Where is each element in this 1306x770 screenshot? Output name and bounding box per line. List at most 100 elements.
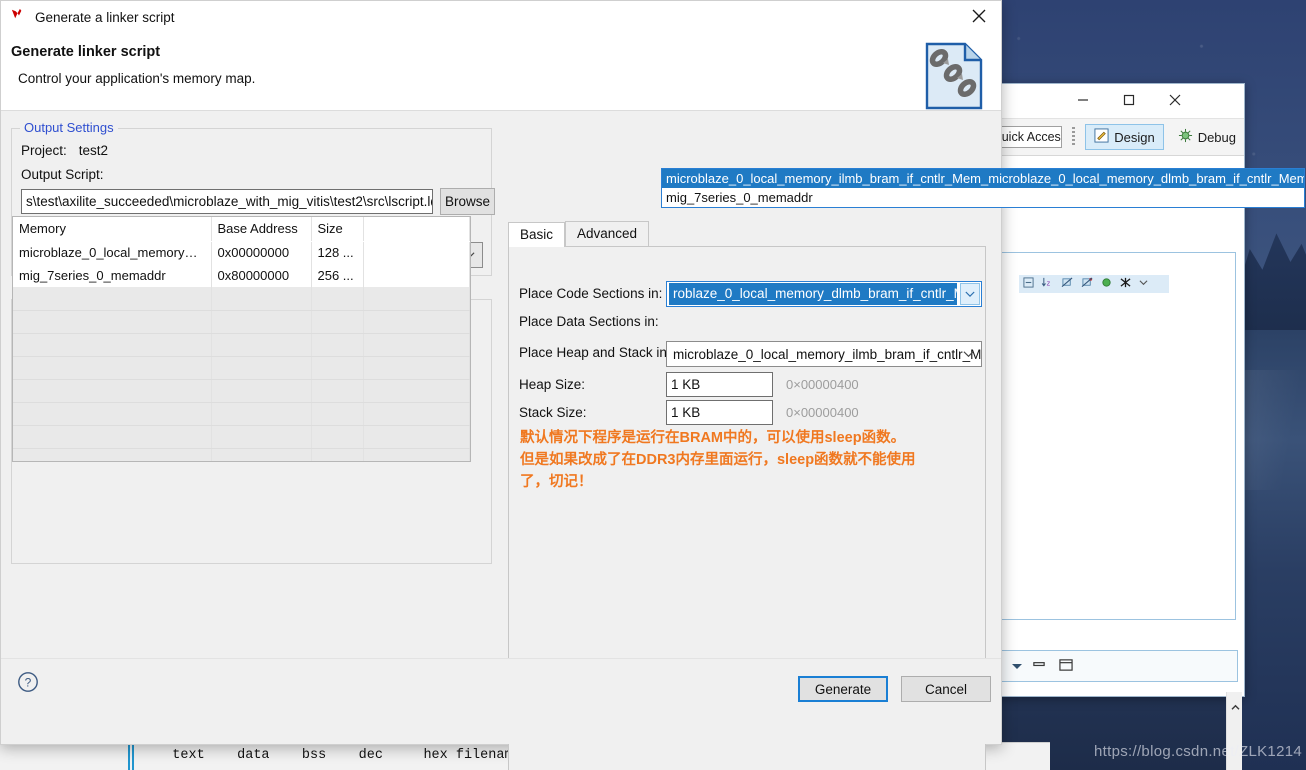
project-value: test2 [79,143,108,158]
chevron-down-icon[interactable] [1012,664,1022,669]
cell-size: 256 ... [311,264,363,287]
place-code-sections-dropdown[interactable]: microblaze_0_local_memory_ilmb_bram_if_c… [661,168,1305,208]
debug-bug-icon [1178,128,1193,146]
close-icon[interactable] [956,1,1001,31]
dropdown-option[interactable]: mig_7series_0_memaddr [662,188,1304,207]
tab-basic-label: Basic [520,227,553,242]
sort-alpha-icon[interactable]: z [1041,277,1054,291]
browse-label: Browse [445,194,490,209]
quick-access-label: Quick Access [992,130,1062,144]
hide-static-icon[interactable] [1081,277,1094,291]
stack-size-label: Stack Size: [519,405,587,420]
dialog-titlebar: Generate a linker script [1,1,1001,33]
table-row-empty [13,425,470,448]
annotation-line-3: 了，切记！ [520,471,980,493]
cancel-button[interactable]: Cancel [901,676,991,702]
linker-script-document-icon [913,36,993,116]
maximize-panel-icon[interactable] [1058,658,1076,674]
stack-size-input[interactable]: 1 KB [666,400,773,425]
svg-text:z: z [1047,278,1051,287]
dropdown-option[interactable]: microblaze_0_local_memory_ilmb_bram_if_c… [662,169,1304,188]
place-heap-stack-select[interactable]: microblaze_0_local_memory_ilmb_bram_if_c… [666,341,982,367]
cell-extra [363,264,470,287]
chevron-down-icon[interactable] [960,283,980,305]
tab-basic[interactable]: Basic [508,222,565,247]
minimize-button[interactable] [1060,84,1106,115]
console-guide-lines [128,743,134,770]
output-settings-legend: Output Settings [20,120,118,135]
svg-text:?: ? [25,676,32,690]
hide-fields-icon[interactable] [1061,277,1074,291]
table-row-empty [13,310,470,333]
perspective-design[interactable]: Design [1085,124,1163,150]
generate-button[interactable]: Generate [798,676,888,702]
project-label: Project: [21,143,67,158]
tab-advanced[interactable]: Advanced [565,221,649,247]
help-question-icon[interactable]: ? [17,671,39,698]
blog-watermark: https://blog.csdn.net/ZLK1214 [1094,743,1302,760]
annotation-note: 默认情况下程序是运行在BRAM中的，可以使用sleep函数。 但是如果改成了在D… [520,427,980,493]
annotation-line-2: 但是如果改成了在DDR3内存里面运行，sleep函数就不能使用 [520,449,980,471]
stack-size-hex: 0×00000400 [786,405,859,420]
collapse-all-icon[interactable] [1023,277,1034,291]
output-script-label: Output Script: [21,167,104,182]
perspective-debug[interactable]: Debug [1170,124,1244,150]
tab-bar: Basic Advanced [508,221,986,247]
generate-label: Generate [815,682,871,697]
heap-size-hex: 0×00000400 [786,377,859,392]
browse-button[interactable]: Browse [440,188,495,215]
cell-base-address: 0x00000000 [211,241,311,264]
perspective-design-label: Design [1114,130,1154,145]
console-header-line: text data bss dec hex filename [148,748,521,763]
column-header-base-address[interactable]: Base Address [211,217,311,241]
xilinx-logo-icon [10,6,27,28]
heap-size-input[interactable]: 1 KB [666,372,773,397]
wallpaper-mountain [1240,210,1306,340]
tab-advanced-label: Advanced [577,226,637,241]
column-header-extra[interactable] [363,217,470,241]
cell-base-address: 0x80000000 [211,264,311,287]
cell-size: 128 ... [311,241,363,264]
annotation-line-1: 默认情况下程序是运行在BRAM中的，可以使用sleep函数。 [520,427,980,449]
view-menu-icon[interactable] [1139,278,1148,290]
dialog-header: Generate linker script Control your appl… [1,33,1001,111]
table-row-empty [13,379,470,402]
heap-size-label: Heap Size: [519,377,585,392]
page-title: Generate linker script [11,44,1001,60]
cell-extra [363,241,470,264]
cancel-label: Cancel [925,682,967,697]
column-header-size[interactable]: Size [311,217,363,241]
ide-close-button[interactable] [1152,84,1198,115]
chevron-down-icon [963,347,974,362]
table-row[interactable]: microblaze_0_local_memory_il... 0x000000… [13,241,470,264]
cell-memory: mig_7series_0_memaddr [13,264,211,287]
scroll-up-icon[interactable] [1231,698,1240,716]
stack-size-value: 1 KB [671,405,700,420]
table-row-empty [13,333,470,356]
place-heap-stack-value: microblaze_0_local_memory_ilmb_bram_if_c… [673,347,982,362]
design-pencil-icon [1094,128,1109,146]
place-code-sections-select[interactable]: roblaze_0_local_memory_dlmb_bram_if_cntl… [666,281,982,307]
output-script-input[interactable]: s\test\axilite_succeeded\microblaze_with… [21,189,433,214]
outline-toolbar: z [1019,275,1169,293]
toolbar-separator [1072,127,1075,147]
table-header-row: Memory Base Address Size [13,217,470,241]
hide-nonpublic-icon[interactable] [1101,277,1112,291]
table-row[interactable]: mig_7series_0_memaddr 0x80000000 256 ... [13,264,470,287]
dialog-title: Generate a linker script [35,10,175,25]
table-row-empty [13,402,470,425]
place-code-sections-label: Place Code Sections in: [519,286,662,301]
minimize-panel-icon[interactable] [1031,658,1049,674]
heap-size-value: 1 KB [671,377,700,392]
maximize-button[interactable] [1106,84,1152,115]
place-code-sections-value: roblaze_0_local_memory_dlmb_bram_if_cntl… [669,283,957,305]
generate-linker-script-dialog[interactable]: Generate a linker script Generate linker… [0,0,1002,745]
output-script-value: s\test\axilite_succeeded\microblaze_with… [26,194,433,209]
column-header-memory[interactable]: Memory [13,217,211,241]
link-editor-icon[interactable] [1119,277,1132,291]
memory-map-table[interactable]: Memory Base Address Size microblaze_0_lo… [12,216,471,462]
place-data-sections-label: Place Data Sections in: [519,314,659,329]
page-subtitle: Control your application's memory map. [18,71,1001,86]
cell-memory: microblaze_0_local_memory_il... [13,241,211,264]
dialog-footer: ? Generate Cancel [1,658,1001,744]
